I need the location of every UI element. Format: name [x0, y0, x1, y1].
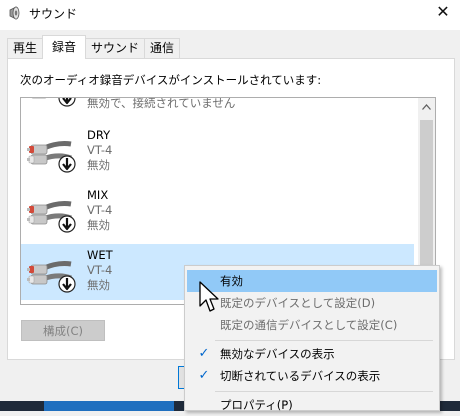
menu-item-label: 有効 — [220, 274, 243, 288]
close-button[interactable]: ✕ — [426, 0, 460, 22]
tab-strip: 再生 録音 サウンド 通信 — [7, 35, 181, 59]
instructions-text: 次のオーディオ録音デバイスがインストールされています: — [20, 73, 322, 87]
device-status: 無効 — [87, 218, 110, 232]
window-title: サウンド — [29, 7, 78, 21]
configure-button[interactable]: 構成(C) — [21, 320, 105, 341]
device-name: WET — [87, 248, 113, 262]
tab-sounds[interactable]: サウンド — [85, 38, 146, 58]
device-item-mix[interactable]: MIX VT-4 無効 — [21, 184, 414, 240]
title-bar: サウンド ✕ — [0, 0, 460, 30]
menu-item-set-default: 既定のデバイスとして設定(D) — [187, 292, 437, 314]
scroll-up-arrow-icon[interactable] — [418, 98, 435, 115]
menu-item-label: 既定の通信デバイスとして設定(C) — [220, 318, 398, 332]
menu-item-label: プロパティ(P) — [220, 398, 293, 412]
menu-item-label: 既定のデバイスとして設定(D) — [220, 296, 376, 310]
menu-item-set-default-comm: 既定の通信デバイスとして設定(C) — [187, 314, 437, 336]
device-model: VT-4 — [87, 143, 113, 157]
mouse-pointer-icon — [199, 281, 219, 312]
menu-item-label: 切断されているデバイスの表示 — [220, 369, 381, 383]
device-status: 無効 — [87, 158, 110, 172]
device-status: 無効で、接続されていません — [87, 97, 236, 110]
checkmark-icon: ✓ — [198, 368, 210, 383]
context-menu: 有効 既定のデバイスとして設定(D) 既定の通信デバイスとして設定(C) ✓ 無… — [184, 265, 440, 412]
menu-item-enable[interactable]: 有効 — [187, 270, 437, 292]
menu-item-properties[interactable]: プロパティ(P) — [187, 394, 437, 416]
device-name: MIX — [87, 188, 109, 202]
device-status: 無効 — [87, 278, 110, 292]
line-in-jack-icon — [27, 188, 79, 236]
menu-separator — [215, 340, 433, 341]
device-name: DRY — [87, 128, 111, 142]
tab-playback[interactable]: 再生 — [7, 38, 44, 58]
speaker-icon — [7, 6, 23, 22]
tab-communications[interactable]: 通信 — [144, 38, 181, 58]
menu-item-show-disconnected[interactable]: ✓ 切断されているデバイスの表示 — [187, 365, 437, 387]
device-model: VT-4 — [87, 203, 113, 217]
menu-separator — [215, 391, 433, 392]
device-model: VT-4 — [87, 263, 113, 277]
checkmark-icon: ✓ — [198, 346, 210, 361]
device-item-partial[interactable]: 無効で、接続されていません — [21, 97, 414, 112]
line-in-jack-icon — [27, 248, 79, 296]
sound-dialog: サウンド ✕ 再生 録音 サウンド 通信 次のオーディオ録音デバイスがインストー… — [0, 0, 460, 412]
device-item-dry[interactable]: DRY VT-4 無効 — [21, 124, 414, 180]
taskbar-item[interactable] — [44, 401, 174, 411]
menu-item-label: 無効なデバイスの表示 — [220, 347, 335, 361]
tab-recording[interactable]: 録音 — [42, 35, 87, 59]
line-in-jack-icon — [27, 128, 79, 176]
menu-item-show-disabled[interactable]: ✓ 無効なデバイスの表示 — [187, 343, 437, 365]
line-in-jack-icon — [27, 97, 79, 110]
